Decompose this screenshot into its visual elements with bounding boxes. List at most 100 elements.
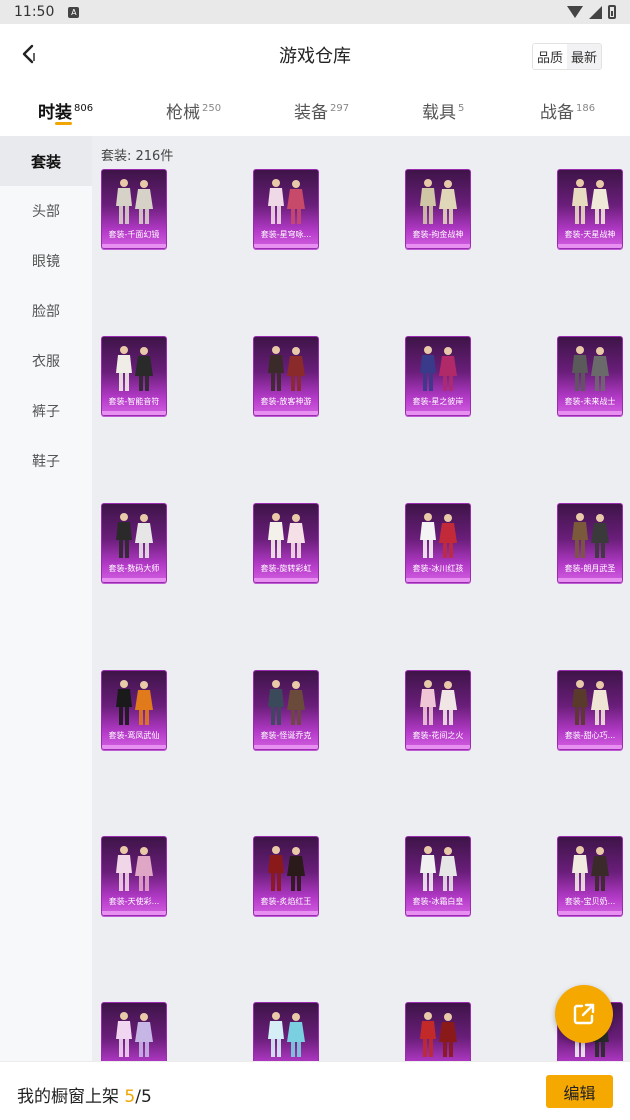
tab-label: 载具 bbox=[422, 103, 456, 123]
outfit-preview-icon bbox=[420, 1012, 457, 1057]
outfit-card: 套装-花间之火 bbox=[405, 670, 471, 750]
outfit-preview-icon bbox=[116, 846, 153, 891]
tab-combat-supplies[interactable]: 战备 186 bbox=[540, 98, 595, 123]
outfit-name: 套装-拘金战神 bbox=[412, 230, 464, 239]
showcase-shown-count: 5 bbox=[124, 1087, 136, 1107]
sidebar-item-glasses[interactable]: 眼镜 bbox=[0, 236, 92, 286]
rarity-strip bbox=[102, 578, 166, 582]
rarity-strip bbox=[254, 745, 318, 749]
grid-item[interactable] bbox=[101, 1002, 167, 1061]
grid-item[interactable]: 套装-鸾凤武仙 bbox=[101, 670, 167, 750]
outfit-name: 套装-数码大师 bbox=[108, 564, 160, 573]
grid-item[interactable]: 套装-千面幻镜 bbox=[101, 169, 167, 249]
sort-newest-button[interactable]: 最新 bbox=[566, 44, 601, 69]
rarity-strip bbox=[406, 244, 470, 248]
grid-item[interactable]: 套装-天星战神 bbox=[557, 169, 623, 249]
grid-item[interactable] bbox=[253, 1002, 319, 1061]
outfit-preview-icon bbox=[420, 680, 457, 725]
tab-equipment[interactable]: 装备 297 bbox=[294, 98, 349, 123]
grid-item[interactable]: 套装-炙焰红王 bbox=[253, 836, 319, 916]
outfit-card: 套装-旋转彩虹 bbox=[253, 503, 319, 583]
header: 游戏仓库 品质 最新 bbox=[0, 24, 630, 84]
outfit-preview-icon bbox=[572, 513, 609, 558]
tab-label: 枪械 bbox=[166, 103, 200, 123]
outfit-card: 套装-宝贝奶... bbox=[557, 836, 623, 916]
grid-item[interactable]: 套装-星穹咏... bbox=[253, 169, 319, 249]
grid-item[interactable]: 套装-花间之火 bbox=[405, 670, 471, 750]
outfit-preview-icon bbox=[268, 1012, 305, 1057]
grid-item[interactable]: 套装-怪诞乔克 bbox=[253, 670, 319, 750]
rarity-strip bbox=[406, 411, 470, 415]
grid-item[interactable]: 套装-旋转彩虹 bbox=[253, 503, 319, 583]
grid-item[interactable]: 套装-未来战士 bbox=[557, 336, 623, 416]
rarity-strip bbox=[102, 411, 166, 415]
tab-firearms[interactable]: 枪械 250 bbox=[166, 98, 221, 123]
outfit-name: 套装-天星战神 bbox=[564, 230, 616, 239]
showcase-total-count: 5 bbox=[140, 1087, 152, 1107]
outfit-name: 套装-甜心巧... bbox=[564, 731, 616, 740]
grid-item[interactable]: 套装-智能音符 bbox=[101, 336, 167, 416]
grid-item[interactable]: 套装-冰霜白皇 bbox=[405, 836, 471, 916]
bottom-bar: 我的橱窗上架 5/5 编辑 bbox=[0, 1061, 630, 1120]
tab-count: 297 bbox=[330, 103, 350, 115]
outfit-preview-icon bbox=[420, 346, 457, 391]
sort-toggle: 品质 最新 bbox=[531, 43, 602, 70]
outfit-name: 套装-未来战士 bbox=[564, 397, 616, 406]
outfit-card: 套装-怪诞乔克 bbox=[253, 670, 319, 750]
outfit-card: 套装-天星战神 bbox=[557, 169, 623, 249]
rarity-strip bbox=[254, 244, 318, 248]
edit-button[interactable]: 编辑 bbox=[546, 1075, 613, 1108]
status-bar: 11:50 A bbox=[0, 0, 630, 24]
tab-label: 战备 bbox=[540, 103, 574, 123]
sort-quality-button[interactable]: 品质 bbox=[532, 44, 567, 69]
grid-item[interactable]: 套装-数码大师 bbox=[101, 503, 167, 583]
sidebar-item-pants[interactable]: 裤子 bbox=[0, 386, 92, 436]
grid-item[interactable]: 套装-星之彼岸 bbox=[405, 336, 471, 416]
rarity-strip bbox=[558, 411, 622, 415]
share-fab-button[interactable] bbox=[555, 985, 613, 1043]
tab-fashion[interactable]: 时装 806 bbox=[38, 98, 93, 123]
grid-item[interactable]: 套装-朗月武圣 bbox=[557, 503, 623, 583]
outfit-preview-icon bbox=[572, 179, 609, 224]
active-tab-indicator bbox=[55, 122, 72, 125]
outfit-card: 套装-数码大师 bbox=[101, 503, 167, 583]
outfit-preview-icon bbox=[268, 680, 305, 725]
grid-item[interactable]: 套装-宝贝奶... bbox=[557, 836, 623, 916]
grid-item[interactable]: 套装-冰川红孩 bbox=[405, 503, 471, 583]
outfit-card: 套装-天使彩... bbox=[101, 836, 167, 916]
rarity-strip bbox=[254, 911, 318, 915]
sidebar-item-face[interactable]: 脸部 bbox=[0, 286, 92, 336]
tab-label: 时装 bbox=[38, 103, 72, 123]
sidebar-item-outfit[interactable]: 套装 bbox=[0, 136, 92, 186]
rarity-strip bbox=[406, 578, 470, 582]
sidebar-item-shoes[interactable]: 鞋子 bbox=[0, 436, 92, 486]
outfit-card: 套装-千面幻镜 bbox=[101, 169, 167, 249]
rarity-strip bbox=[406, 911, 470, 915]
outfit-card: 套装-甜心巧... bbox=[557, 670, 623, 750]
outfit-name: 套装-旋转彩虹 bbox=[260, 564, 312, 573]
outfit-preview-icon bbox=[116, 680, 153, 725]
tab-vehicles[interactable]: 载具 5 bbox=[422, 98, 464, 123]
rarity-strip bbox=[558, 745, 622, 749]
rarity-strip bbox=[558, 911, 622, 915]
outfit-preview-icon bbox=[268, 513, 305, 558]
outfit-card: 套装-鸾凤武仙 bbox=[101, 670, 167, 750]
tab-count: 250 bbox=[202, 103, 222, 115]
grid-item[interactable]: 套装-拘金战神 bbox=[405, 169, 471, 249]
grid-item[interactable]: 套装-放客神游 bbox=[253, 336, 319, 416]
outfit-card bbox=[101, 1002, 167, 1061]
grid-item[interactable]: 套装-天使彩... bbox=[101, 836, 167, 916]
outfit-card: 套装-拘金战神 bbox=[405, 169, 471, 249]
rarity-strip bbox=[254, 411, 318, 415]
grid-item[interactable] bbox=[405, 1002, 471, 1061]
tab-count: 806 bbox=[74, 103, 94, 115]
outfit-card: 套装-星穹咏... bbox=[253, 169, 319, 249]
outfit-name: 套装-星之彼岸 bbox=[412, 397, 464, 406]
outfit-preview-icon bbox=[116, 346, 153, 391]
external-link-icon bbox=[573, 1003, 595, 1025]
sidebar-item-clothes[interactable]: 衣服 bbox=[0, 336, 92, 386]
outfit-name: 套装-怪诞乔克 bbox=[260, 731, 312, 740]
sidebar-item-head[interactable]: 头部 bbox=[0, 186, 92, 236]
grid-item[interactable]: 套装-甜心巧... bbox=[557, 670, 623, 750]
outfit-card: 套装-炙焰红王 bbox=[253, 836, 319, 916]
